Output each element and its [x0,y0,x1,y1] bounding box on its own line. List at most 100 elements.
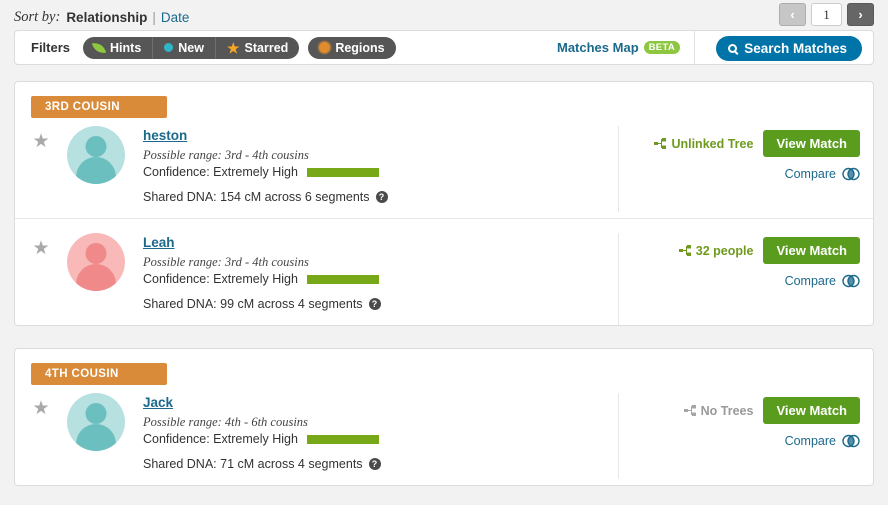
match-info: Leah Possible range: 3rd - 4th cousins C… [143,233,381,311]
sort-option-date[interactable]: Date [161,10,190,25]
next-page-button[interactable]: › [847,3,874,26]
search-icon [728,44,738,53]
filter-pill-starred-label: Starred [244,40,289,55]
filter-pill-starred[interactable]: ★ Starred [215,36,300,59]
compare-label[interactable]: Compare [785,167,836,181]
dot-icon [164,43,174,52]
matches-map-link[interactable]: Matches Map BETA [557,31,695,64]
confidence-label: Confidence: Extremely High [143,165,298,179]
compare-label[interactable]: Compare [785,274,836,288]
filter-pill-hints-label: Hints [110,40,142,55]
prev-page-button[interactable]: ‹ [779,3,806,26]
confidence-bar [306,434,379,444]
tree-status-label: No Trees [700,403,754,418]
confidence-line: Confidence: Extremely High [143,432,381,446]
shared-dna-line: Shared DNA: 154 cM across 6 segments ? [143,190,388,204]
match-actions-top: No Trees View Match [619,397,860,424]
sort-option-relationship[interactable]: Relationship [66,10,147,25]
view-match-button[interactable]: View Match [763,397,860,424]
avatar [67,393,125,451]
match-info: Jack Possible range: 4th - 6th cousins C… [143,393,381,471]
shared-dna-label: Shared DNA: 154 cM across 6 segments [143,190,370,204]
view-match-button[interactable]: View Match [763,130,860,157]
tree-status-label: Unlinked Tree [671,136,754,151]
tree-icon [678,245,691,256]
match-actions-top: 32 people View Match [619,237,860,264]
help-icon[interactable]: ? [375,191,388,203]
match-actions-bottom: Compare [619,434,860,448]
venn-icon[interactable] [842,274,860,288]
match-name-link[interactable]: Leah [143,235,175,250]
search-matches-button[interactable]: Search Matches [716,36,862,61]
search-matches-label: Search Matches [744,41,847,56]
filters-bar: Filters Hints New ★ Starred Regions Matc… [14,30,874,65]
chevron-left-icon: ‹ [790,7,795,22]
page-number-input[interactable]: 1 [811,3,842,26]
tree-status[interactable]: 32 people [678,243,754,258]
confidence-label: Confidence: Extremely High [143,272,298,286]
star-icon[interactable]: ★ [32,239,49,258]
venn-icon[interactable] [842,434,860,448]
sort-bar: Sort by: Relationship | Date ‹ 1 › [0,0,888,29]
relationship-badge: 4TH COUSIN [31,363,167,385]
region-dot-icon [319,42,331,53]
shared-dna-line: Shared DNA: 99 cM across 4 segments ? [143,297,381,311]
tree-icon [654,138,667,149]
filter-pill-new[interactable]: New [153,36,216,59]
tree-icon [683,405,696,416]
confidence-line: Confidence: Extremely High [143,272,381,286]
star-icon: ★ [226,39,240,56]
sort-separator: | [152,10,156,25]
filter-pill-regions-label: Regions [335,40,385,55]
help-icon[interactable]: ? [368,298,381,310]
shared-dna-label: Shared DNA: 99 cM across 4 segments [143,297,363,311]
pagination: ‹ 1 › [779,3,874,26]
tree-status[interactable]: Unlinked Tree [654,137,753,151]
match-actions: 32 people View Match Compare [618,233,873,325]
confidence-line: Confidence: Extremely High [143,165,388,179]
avatar [67,126,125,184]
sort-by-label: Sort by: [14,9,61,25]
compare-label[interactable]: Compare [785,434,836,448]
relationship-badge: 3RD COUSIN [31,96,167,118]
filters-label: Filters [31,40,71,55]
match-actions-bottom: Compare [619,274,860,288]
filter-pill-hints[interactable]: Hints [83,36,154,59]
tree-status-label: 32 people [695,243,754,258]
match-name-link[interactable]: heston [143,128,187,143]
possible-range: Possible range: 3rd - 4th cousins [143,148,309,162]
match-actions-bottom: Compare [619,167,860,181]
match-info: heston Possible range: 3rd - 4th cousins… [143,126,388,204]
venn-icon[interactable] [842,167,860,181]
match-name-link[interactable]: Jack [143,395,173,410]
tree-status[interactable]: No Trees [683,403,754,418]
match-actions-top: Unlinked Tree View Match [619,130,860,157]
shared-dna-label: Shared DNA: 71 cM across 4 segments [143,457,363,471]
star-icon[interactable]: ★ [32,132,49,151]
help-icon[interactable]: ? [368,458,381,470]
match-actions: Unlinked Tree View Match Compare [618,126,873,212]
match-group-card: 3RD COUSIN ★ heston Possible range: 3rd … [14,81,874,326]
confidence-bar [306,274,379,284]
view-match-button[interactable]: View Match [763,237,860,264]
shared-dna-line: Shared DNA: 71 cM across 4 segments ? [143,457,381,471]
matches-map-label: Matches Map [557,40,639,55]
chevron-right-icon: › [858,7,863,22]
star-column: ★ [15,233,67,258]
match-row: ★ Jack Possible range: 4th - 6th cousins… [15,385,873,485]
filter-pill-new-label: New [178,40,204,55]
confidence-label: Confidence: Extremely High [143,432,298,446]
star-icon[interactable]: ★ [32,399,49,418]
confidence-bar [306,167,379,177]
leaf-icon [91,40,107,55]
match-group-card: 4TH COUSIN ★ Jack Possible range: 4th - … [14,348,874,486]
filter-pill-regions[interactable]: Regions [308,36,396,59]
star-column: ★ [15,393,67,418]
match-row: ★ Leah Possible range: 3rd - 4th cousins… [15,218,873,325]
match-row: ★ heston Possible range: 3rd - 4th cousi… [15,118,873,218]
star-column: ★ [15,126,67,151]
match-actions: No Trees View Match Compare [618,393,873,479]
possible-range: Possible range: 4th - 6th cousins [143,415,308,429]
filter-pill-group: Hints New ★ Starred Regions [83,36,396,59]
possible-range: Possible range: 3rd - 4th cousins [143,255,309,269]
